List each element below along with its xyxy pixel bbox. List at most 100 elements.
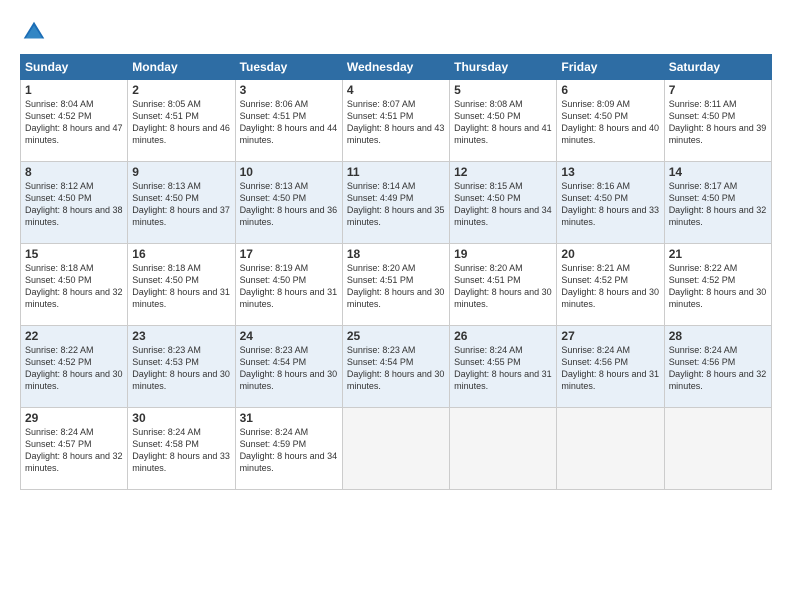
col-header-tuesday: Tuesday <box>235 55 342 80</box>
calendar-cell <box>557 408 664 490</box>
day-number: 1 <box>25 83 123 97</box>
day-number: 19 <box>454 247 552 261</box>
day-info: Sunrise: 8:24 AMSunset: 4:57 PMDaylight:… <box>25 427 123 473</box>
calendar-cell: 2 Sunrise: 8:05 AMSunset: 4:51 PMDaylight… <box>128 80 235 162</box>
day-info: Sunrise: 8:18 AMSunset: 4:50 PMDaylight:… <box>25 263 123 309</box>
calendar-cell: 4Sunrise: 8:07 AMSunset: 4:51 PMDaylight… <box>342 80 449 162</box>
day-info: Sunrise: 8:18 AMSunset: 4:50 PMDaylight:… <box>132 263 230 309</box>
calendar-cell: 10 Sunrise: 8:13 AMSunset: 4:50 PMDayligh… <box>235 162 342 244</box>
day-info: Sunrise: 8:24 AMSunset: 4:56 PMDaylight:… <box>669 345 767 391</box>
day-info: Sunrise: 8:19 AMSunset: 4:50 PMDaylight:… <box>240 263 338 309</box>
calendar-cell: 20 Sunrise: 8:21 AMSunset: 4:52 PMDayligh… <box>557 244 664 326</box>
col-header-saturday: Saturday <box>664 55 771 80</box>
calendar-cell: 3 Sunrise: 8:06 AMSunset: 4:51 PMDaylight… <box>235 80 342 162</box>
calendar-cell <box>450 408 557 490</box>
col-header-wednesday: Wednesday <box>342 55 449 80</box>
week-row-3: 15 Sunrise: 8:18 AMSunset: 4:50 PMDayligh… <box>21 244 772 326</box>
day-number: 27 <box>561 329 659 343</box>
day-info: Sunrise: 8:24 AMSunset: 4:56 PMDaylight:… <box>561 345 659 391</box>
header-row: SundayMondayTuesdayWednesdayThursdayFrid… <box>21 55 772 80</box>
week-row-4: 22Sunrise: 8:22 AMSunset: 4:52 PMDayligh… <box>21 326 772 408</box>
day-number: 26 <box>454 329 552 343</box>
calendar-cell: 18 Sunrise: 8:20 AMSunset: 4:51 PMDayligh… <box>342 244 449 326</box>
calendar-cell: 25 Sunrise: 8:23 AMSunset: 4:54 PMDayligh… <box>342 326 449 408</box>
day-info: Sunrise: 8:04 AMSunset: 4:52 PMDaylight:… <box>25 99 123 145</box>
calendar-table: SundayMondayTuesdayWednesdayThursdayFrid… <box>20 54 772 490</box>
col-header-monday: Monday <box>128 55 235 80</box>
calendar-cell: 28 Sunrise: 8:24 AMSunset: 4:56 PMDayligh… <box>664 326 771 408</box>
day-info: Sunrise: 8:23 AMSunset: 4:54 PMDaylight:… <box>347 345 445 391</box>
day-info: Sunrise: 8:24 AMSunset: 4:55 PMDaylight:… <box>454 345 552 391</box>
day-number: 15 <box>25 247 123 261</box>
calendar-cell: 7Sunrise: 8:11 AMSunset: 4:50 PMDaylight… <box>664 80 771 162</box>
calendar-cell: 9 Sunrise: 8:13 AMSunset: 4:50 PMDaylight… <box>128 162 235 244</box>
calendar-cell: 5Sunrise: 8:08 AMSunset: 4:50 PMDaylight… <box>450 80 557 162</box>
day-number: 14 <box>669 165 767 179</box>
day-info: Sunrise: 8:20 AMSunset: 4:51 PMDaylight:… <box>454 263 552 309</box>
day-number: 3 <box>240 83 338 97</box>
page: SundayMondayTuesdayWednesdayThursdayFrid… <box>0 0 792 612</box>
day-info: Sunrise: 8:23 AMSunset: 4:54 PMDaylight:… <box>240 345 338 391</box>
calendar-cell: 29Sunrise: 8:24 AMSunset: 4:57 PMDayligh… <box>21 408 128 490</box>
day-number: 31 <box>240 411 338 425</box>
day-number: 12 <box>454 165 552 179</box>
day-number: 9 <box>132 165 230 179</box>
day-info: Sunrise: 8:21 AMSunset: 4:52 PMDaylight:… <box>561 263 659 309</box>
week-row-1: 1 Sunrise: 8:04 AMSunset: 4:52 PMDaylight… <box>21 80 772 162</box>
day-number: 22 <box>25 329 123 343</box>
day-info: Sunrise: 8:15 AMSunset: 4:50 PMDaylight:… <box>454 181 552 227</box>
day-number: 13 <box>561 165 659 179</box>
day-info: Sunrise: 8:17 AMSunset: 4:50 PMDaylight:… <box>669 181 767 227</box>
calendar-cell: 26 Sunrise: 8:24 AMSunset: 4:55 PMDayligh… <box>450 326 557 408</box>
calendar-cell: 6Sunrise: 8:09 AMSunset: 4:50 PMDaylight… <box>557 80 664 162</box>
day-number: 20 <box>561 247 659 261</box>
day-number: 8 <box>25 165 123 179</box>
day-number: 2 <box>132 83 230 97</box>
day-info: Sunrise: 8:06 AMSunset: 4:51 PMDaylight:… <box>240 99 338 145</box>
calendar-cell: 17 Sunrise: 8:19 AMSunset: 4:50 PMDayligh… <box>235 244 342 326</box>
calendar-cell <box>664 408 771 490</box>
calendar-cell: 22Sunrise: 8:22 AMSunset: 4:52 PMDayligh… <box>21 326 128 408</box>
day-number: 11 <box>347 165 445 179</box>
calendar-cell: 14 Sunrise: 8:17 AMSunset: 4:50 PMDayligh… <box>664 162 771 244</box>
day-number: 24 <box>240 329 338 343</box>
calendar-cell: 30Sunrise: 8:24 AMSunset: 4:58 PMDayligh… <box>128 408 235 490</box>
calendar-cell: 24 Sunrise: 8:23 AMSunset: 4:54 PMDayligh… <box>235 326 342 408</box>
day-number: 21 <box>669 247 767 261</box>
day-info: Sunrise: 8:13 AMSunset: 4:50 PMDaylight:… <box>132 181 230 227</box>
day-info: Sunrise: 8:14 AMSunset: 4:49 PMDaylight:… <box>347 181 445 227</box>
col-header-friday: Friday <box>557 55 664 80</box>
calendar-cell: 31 Sunrise: 8:24 AMSunset: 4:59 PMDayligh… <box>235 408 342 490</box>
day-number: 17 <box>240 247 338 261</box>
calendar-cell: 21 Sunrise: 8:22 AMSunset: 4:52 PMDayligh… <box>664 244 771 326</box>
day-number: 7 <box>669 83 767 97</box>
logo-icon <box>20 18 48 46</box>
calendar-cell: 12 Sunrise: 8:15 AMSunset: 4:50 PMDayligh… <box>450 162 557 244</box>
calendar-cell: 1 Sunrise: 8:04 AMSunset: 4:52 PMDaylight… <box>21 80 128 162</box>
logo <box>20 18 52 46</box>
week-row-2: 8Sunrise: 8:12 AMSunset: 4:50 PMDaylight… <box>21 162 772 244</box>
day-info: Sunrise: 8:05 AMSunset: 4:51 PMDaylight:… <box>132 99 230 145</box>
week-row-5: 29Sunrise: 8:24 AMSunset: 4:57 PMDayligh… <box>21 408 772 490</box>
day-number: 25 <box>347 329 445 343</box>
day-info: Sunrise: 8:20 AMSunset: 4:51 PMDaylight:… <box>347 263 445 309</box>
col-header-thursday: Thursday <box>450 55 557 80</box>
day-info: Sunrise: 8:24 AMSunset: 4:58 PMDaylight:… <box>132 427 230 473</box>
day-number: 28 <box>669 329 767 343</box>
day-info: Sunrise: 8:22 AMSunset: 4:52 PMDaylight:… <box>669 263 767 309</box>
calendar-cell: 11 Sunrise: 8:14 AMSunset: 4:49 PMDayligh… <box>342 162 449 244</box>
day-number: 10 <box>240 165 338 179</box>
calendar-cell: 23Sunrise: 8:23 AMSunset: 4:53 PMDayligh… <box>128 326 235 408</box>
day-number: 5 <box>454 83 552 97</box>
day-number: 18 <box>347 247 445 261</box>
day-number: 16 <box>132 247 230 261</box>
calendar-cell: 13Sunrise: 8:16 AMSunset: 4:50 PMDayligh… <box>557 162 664 244</box>
day-info: Sunrise: 8:24 AMSunset: 4:59 PMDaylight:… <box>240 427 338 473</box>
calendar-cell: 8Sunrise: 8:12 AMSunset: 4:50 PMDaylight… <box>21 162 128 244</box>
day-info: Sunrise: 8:13 AMSunset: 4:50 PMDaylight:… <box>240 181 338 227</box>
calendar-cell <box>342 408 449 490</box>
day-info: Sunrise: 8:23 AMSunset: 4:53 PMDaylight:… <box>132 345 230 391</box>
calendar-cell: 16 Sunrise: 8:18 AMSunset: 4:50 PMDayligh… <box>128 244 235 326</box>
calendar-cell: 15 Sunrise: 8:18 AMSunset: 4:50 PMDayligh… <box>21 244 128 326</box>
calendar-cell: 27 Sunrise: 8:24 AMSunset: 4:56 PMDayligh… <box>557 326 664 408</box>
